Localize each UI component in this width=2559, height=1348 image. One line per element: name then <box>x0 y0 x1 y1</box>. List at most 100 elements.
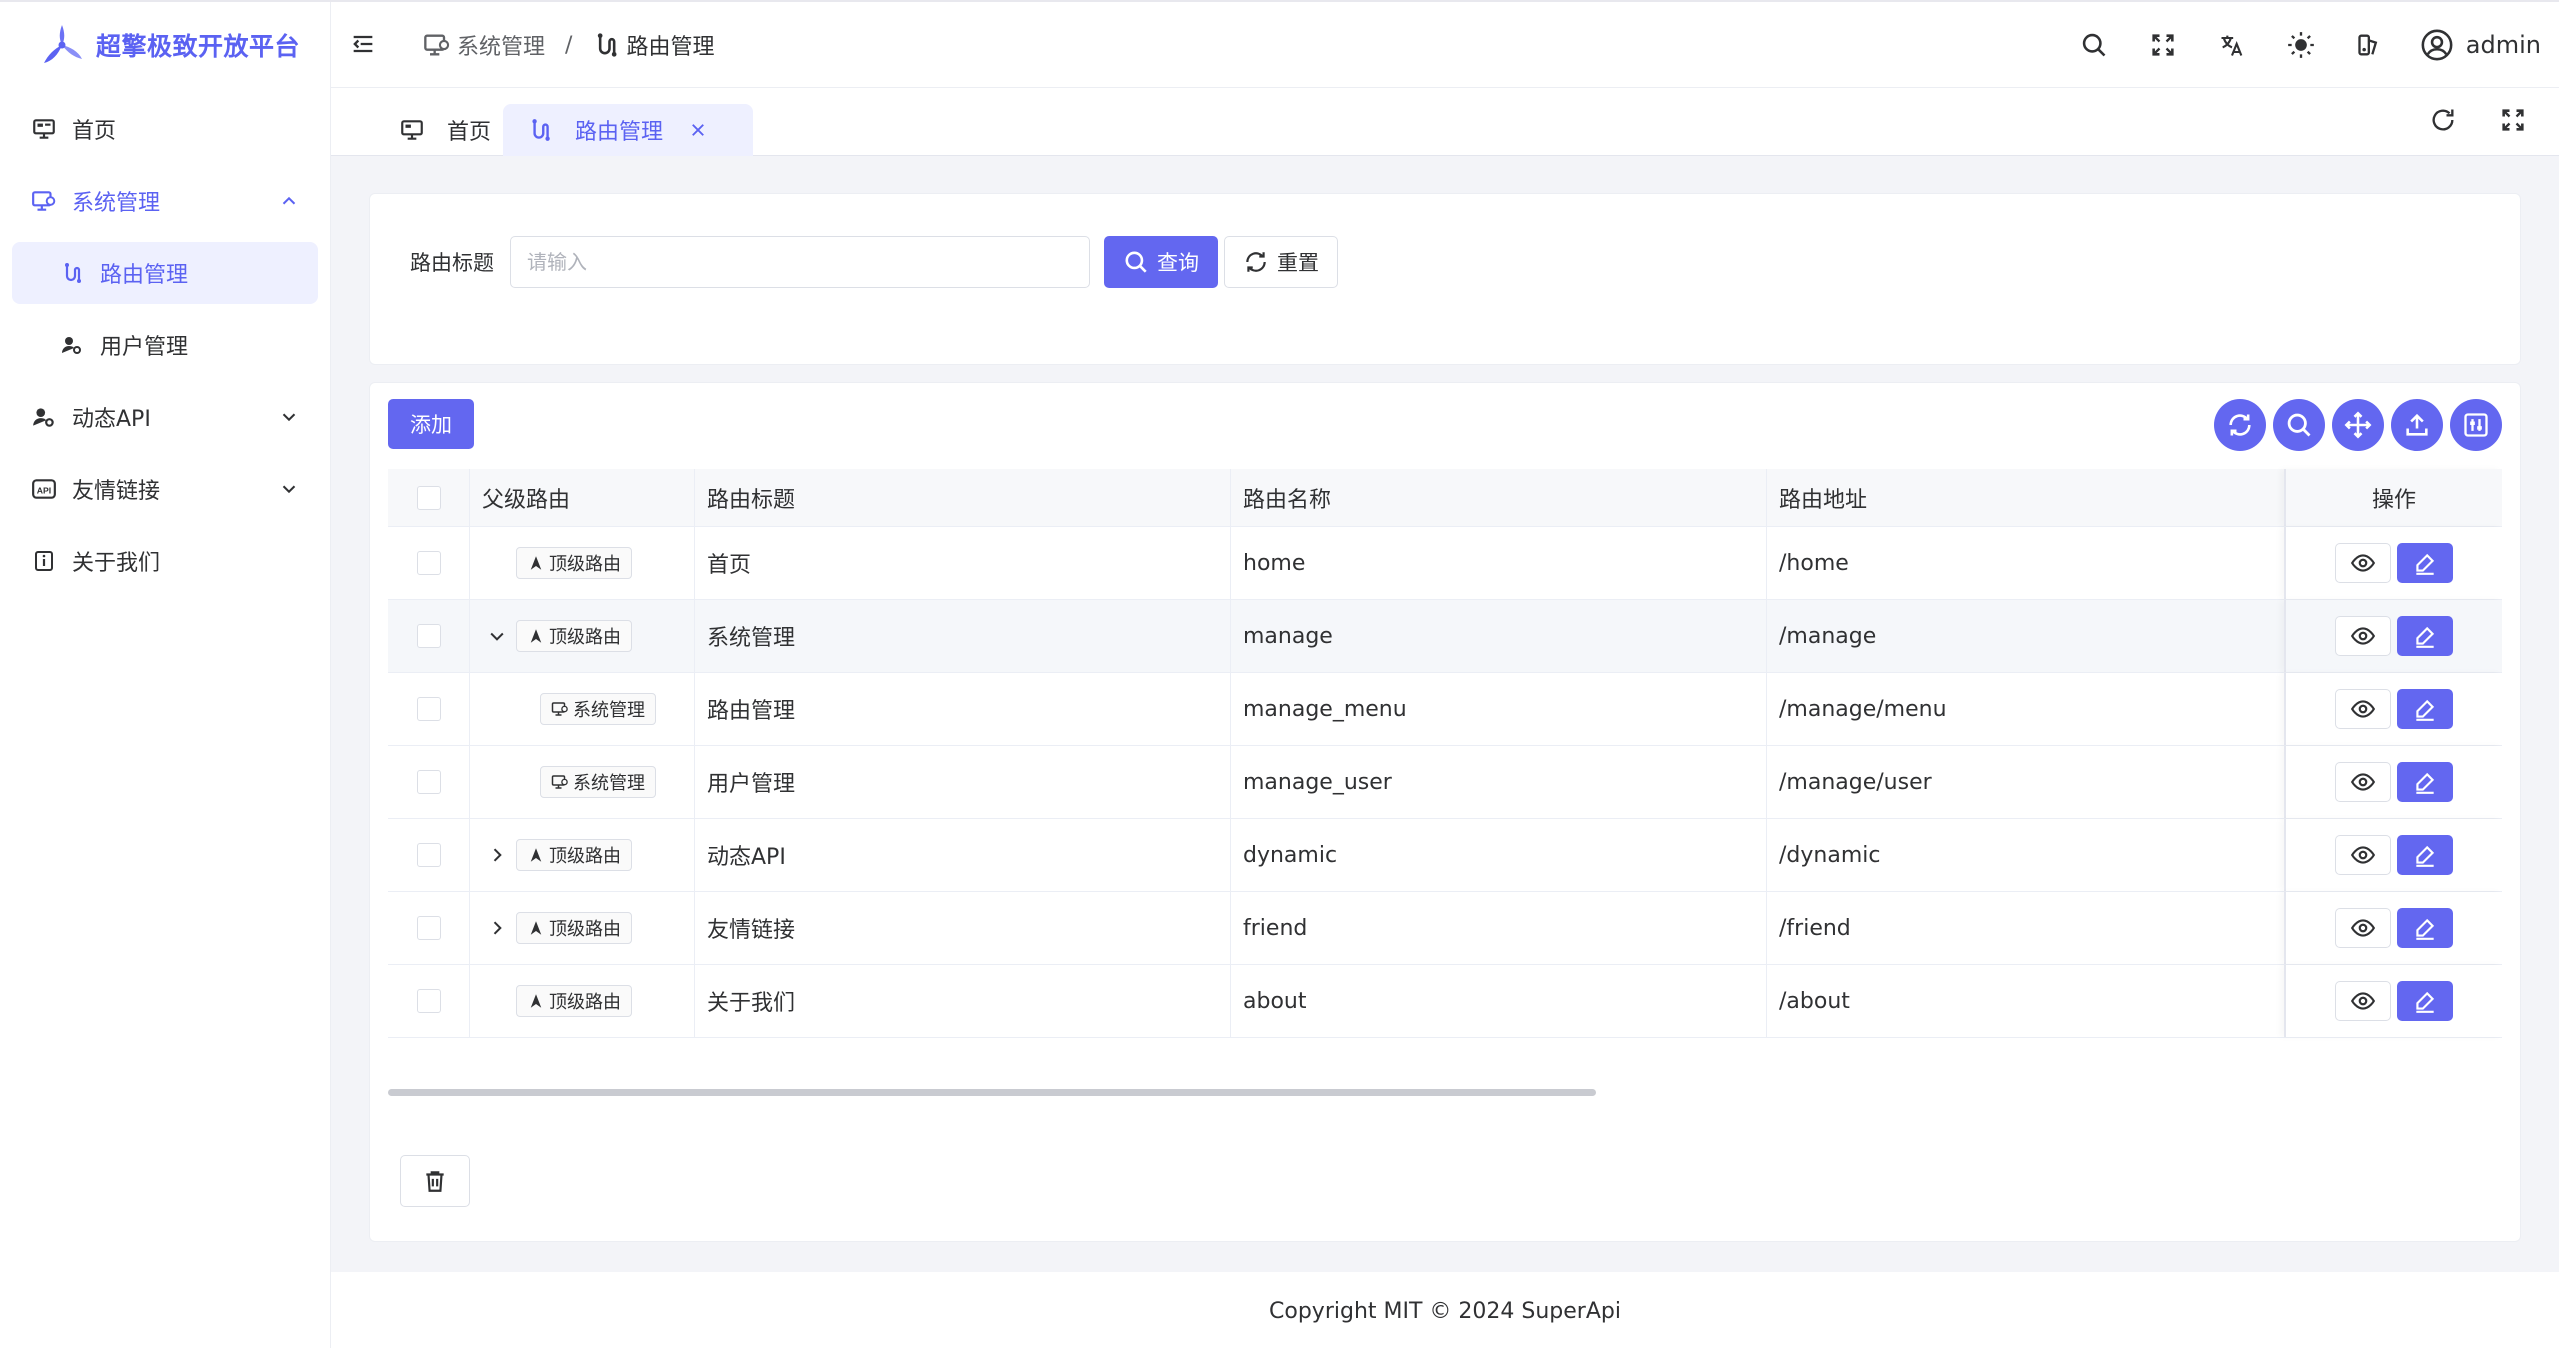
sidebar-item-label: 路由管理 <box>100 263 189 288</box>
fullscreen-icon[interactable] <box>2147 29 2179 61</box>
table-row: 顶级路由 动态API dynamic /dynamic <box>388 819 2502 892</box>
sidebar-item-dynamic-api[interactable]: 动态API <box>12 386 318 448</box>
sidebar-item-system[interactable]: 系统管理 <box>12 170 318 232</box>
column-header-actions: 操作 <box>2284 469 2502 526</box>
route-title-input[interactable] <box>510 236 1090 288</box>
route-path-cell: /manage/user <box>1779 769 1932 795</box>
query-button-label: 查询 <box>1157 251 1199 275</box>
tabs-bar: 首页 路由管理 <box>331 88 2559 156</box>
parent-route-tag: 顶级路由 <box>516 547 632 579</box>
add-button[interactable]: 添加 <box>388 399 474 449</box>
sidebar-item-about[interactable]: 关于我们 <box>12 530 318 592</box>
search-icon[interactable] <box>2078 29 2110 61</box>
table-row: 顶级路由 友情链接 friend /friend <box>388 892 2502 965</box>
route-path-cell: /about <box>1779 988 1850 1014</box>
view-button[interactable] <box>2335 908 2391 948</box>
search-form: 路由标题 查询 重置 <box>410 236 1338 288</box>
fullscreen-icon[interactable] <box>2497 104 2529 136</box>
row-checkbox[interactable] <box>416 770 441 794</box>
sidebar-item-label: 系统管理 <box>72 191 161 216</box>
theme-palette-icon[interactable] <box>2354 29 2386 61</box>
reset-button[interactable]: 重置 <box>1224 236 1338 288</box>
sidebar: 超擎极致开放平台 首页 系统管理 路由管理 用户管理 动态API API 友情链… <box>0 2 331 1348</box>
tab-route-manage[interactable]: 路由管理 <box>503 104 754 156</box>
route-icon <box>598 33 617 57</box>
sidebar-item-friend-links[interactable]: API 友情链接 <box>12 458 318 520</box>
header-actions: admin <box>2041 2 2541 88</box>
edit-icon <box>2416 553 2435 575</box>
row-checkbox[interactable] <box>416 989 441 1013</box>
translate-icon[interactable] <box>2216 29 2248 61</box>
batch-delete-button[interactable] <box>400 1155 470 1207</box>
sidebar-item-user-manage[interactable]: 用户管理 <box>12 314 318 376</box>
trash-icon <box>426 1171 444 1192</box>
tab-label: 首页 <box>447 120 492 145</box>
eye-icon <box>2350 554 2376 572</box>
view-button[interactable] <box>2335 981 2391 1021</box>
row-checkbox[interactable] <box>416 697 441 721</box>
expand-all-button[interactable] <box>2332 399 2384 451</box>
arrow-up-icon <box>530 848 542 862</box>
view-button[interactable] <box>2335 616 2391 656</box>
eye-icon <box>2350 846 2376 864</box>
horizontal-scrollbar[interactable] <box>388 1089 1596 1096</box>
collapse-row-toggle[interactable] <box>482 621 512 651</box>
edit-button[interactable] <box>2397 543 2453 583</box>
move-arrows-icon <box>2344 411 2372 439</box>
close-icon[interactable] <box>689 121 707 139</box>
tab-label: 路由管理 <box>575 120 664 145</box>
sun-icon[interactable] <box>2285 29 2317 61</box>
tab-home[interactable]: 首页 <box>375 104 515 156</box>
table-tools <box>2207 399 2502 451</box>
toggle-search-button[interactable] <box>2273 399 2325 451</box>
expand-row-toggle[interactable] <box>482 840 512 870</box>
edit-button[interactable] <box>2397 981 2453 1021</box>
system-monitor-icon <box>424 34 450 56</box>
select-all-checkbox[interactable] <box>416 485 441 510</box>
route-path-cell: /manage <box>1779 623 1877 649</box>
chevron-right-icon <box>493 848 502 862</box>
route-path-cell: /manage/menu <box>1779 696 1947 722</box>
row-checkbox[interactable] <box>416 843 441 867</box>
breadcrumb-item-system[interactable]: 系统管理 <box>423 29 545 61</box>
row-checkbox[interactable] <box>416 624 441 648</box>
export-button[interactable] <box>2391 399 2443 451</box>
view-button[interactable] <box>2335 762 2391 802</box>
edit-button[interactable] <box>2397 689 2453 729</box>
sliders-icon <box>2464 413 2488 437</box>
monitor-icon <box>401 120 423 140</box>
refresh-button[interactable] <box>2214 399 2266 451</box>
expand-row-toggle[interactable] <box>482 913 512 943</box>
brand-logo-icon <box>44 25 82 63</box>
user-menu[interactable]: admin <box>2420 28 2541 62</box>
column-settings-button[interactable] <box>2450 399 2502 451</box>
table-toolbar: 添加 <box>388 399 2502 451</box>
menu-fold-icon[interactable] <box>349 30 377 58</box>
edit-button[interactable] <box>2397 908 2453 948</box>
view-button[interactable] <box>2335 543 2391 583</box>
app-root: 超擎极致开放平台 首页 系统管理 路由管理 用户管理 动态API API 友情链… <box>0 0 2559 1348</box>
svg-text:API: API <box>37 485 51 495</box>
chevron-down-icon <box>490 632 504 641</box>
sidebar-item-route-manage[interactable]: 路由管理 <box>12 242 318 304</box>
refresh-icon <box>2229 414 2251 436</box>
route-title-cell: 路由管理 <box>695 673 1231 745</box>
row-checkbox[interactable] <box>416 916 441 940</box>
view-button[interactable] <box>2335 835 2391 875</box>
sidebar-item-home[interactable]: 首页 <box>12 98 318 160</box>
edit-button[interactable] <box>2397 616 2453 656</box>
system-monitor-icon <box>551 702 568 716</box>
breadcrumb-label: 系统管理 <box>457 35 546 60</box>
query-button[interactable]: 查询 <box>1104 236 1218 288</box>
parent-route-tag: 顶级路由 <box>516 912 632 944</box>
eye-icon <box>2350 627 2376 645</box>
edit-button[interactable] <box>2397 835 2453 875</box>
edit-icon <box>2416 699 2435 721</box>
edit-button[interactable] <box>2397 762 2453 802</box>
refresh-icon[interactable] <box>2427 104 2459 136</box>
eye-icon <box>2350 700 2376 718</box>
route-title-cell: 系统管理 <box>695 600 1231 672</box>
view-button[interactable] <box>2335 689 2391 729</box>
brand-logo[interactable]: 超擎极致开放平台 <box>0 2 330 88</box>
row-checkbox[interactable] <box>416 551 441 575</box>
